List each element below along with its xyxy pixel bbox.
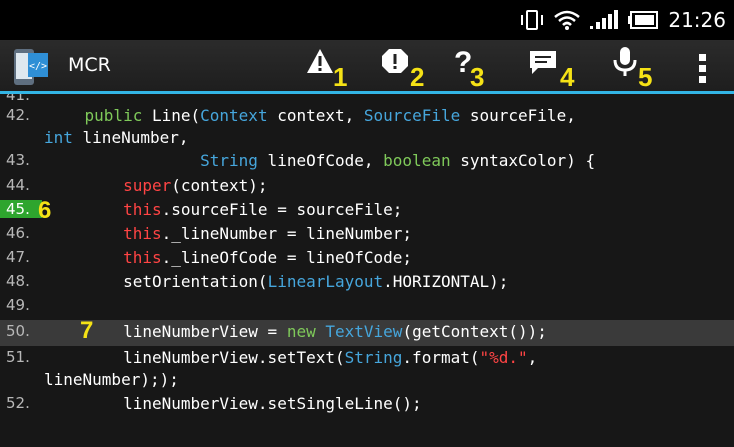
- code-line-51: 51. lineNumberView.setText(String.format…: [0, 346, 734, 370]
- code-line-42: 42. public Line(Context context, SourceF…: [0, 106, 734, 128]
- status-time: 21:26: [668, 8, 726, 32]
- code-text: this._lineOfCode = lineOfCode;: [123, 248, 413, 267]
- comments-count: 4: [560, 62, 575, 92]
- code-line-50-highlighted: 50. lineNumberView = new TextView(getCon…: [0, 317, 734, 346]
- code-text: lineNumberView.setSingleLine();: [46, 394, 422, 413]
- line-number: 47.: [6, 248, 30, 266]
- code-line-45: 45. this.sourceFile = sourceFile; 6: [0, 197, 734, 224]
- line-number: 52.: [6, 394, 30, 412]
- code-line-52: 52. lineNumberView.setSingleLine();: [0, 394, 734, 418]
- line-number: 49.: [6, 296, 30, 314]
- app-title: MCR: [68, 54, 111, 76]
- code-text: lineNumberView = new TextView(getContext…: [46, 322, 547, 341]
- code-line-47: 47. this._lineOfCode = lineOfCode;: [0, 248, 734, 272]
- code-line-51-wrap: lineNumber););: [0, 370, 734, 394]
- signal-icon: [590, 10, 619, 29]
- line-number: 48.: [6, 272, 30, 290]
- code-text: String lineOfCode, boolean syntaxColor) …: [200, 151, 596, 170]
- code-text: super(context);: [123, 176, 268, 195]
- code-line-44: 44. super(context);: [0, 176, 734, 200]
- action-bar: </> MCR 1 2 ? 3 4 5: [0, 40, 734, 94]
- code-line-49: 49.: [0, 296, 734, 320]
- microphone-icon: [613, 47, 637, 76]
- line-number-current: 45.: [0, 200, 42, 218]
- voice-count: 5: [638, 62, 653, 92]
- help-action[interactable]: ? 3: [452, 46, 512, 92]
- svg-text:</>: </>: [29, 61, 47, 72]
- wifi-icon: [554, 10, 581, 30]
- vibrate-icon: [521, 10, 544, 30]
- code-line-43: 43. String lineOfCode, boolean syntaxCol…: [0, 151, 734, 176]
- comment-icon: [530, 51, 556, 74]
- line-number: 46.: [6, 224, 30, 242]
- line-number: 44.: [6, 176, 30, 194]
- errors-action[interactable]: 2: [380, 46, 440, 92]
- code-text: int lineNumber,: [44, 128, 189, 147]
- code-line-42-wrap: int lineNumber,: [0, 128, 734, 151]
- code-view[interactable]: 41. 42. public Line(Context context, Sou…: [0, 94, 734, 447]
- line-number: 50.: [6, 322, 30, 340]
- code-line-48: 48. setOrientation(LinearLayout.HORIZONT…: [0, 272, 734, 296]
- battery-icon: [628, 11, 659, 29]
- warning-icon: [307, 49, 333, 73]
- line-number: 51.: [6, 348, 30, 366]
- warnings-action[interactable]: 1: [305, 46, 365, 92]
- app-icon[interactable]: </>: [10, 46, 54, 88]
- code-text: this._lineNumber = lineNumber;: [123, 224, 413, 243]
- status-icons: 21:26: [520, 0, 726, 40]
- code-text: this.sourceFile = sourceFile;: [123, 200, 403, 219]
- line-number: 41.: [6, 94, 30, 104]
- alert-icon: [382, 49, 408, 73]
- code-line-46: 46. this._lineNumber = lineNumber;: [0, 224, 734, 248]
- overflow-menu-icon[interactable]: [695, 52, 711, 84]
- help-count: 3: [470, 62, 485, 92]
- code-text: public Line(Context context, SourceFile …: [46, 106, 576, 125]
- annotation-marker-6: 6: [38, 197, 52, 224]
- warnings-count: 1: [333, 62, 348, 92]
- status-bar: 21:26: [0, 0, 734, 40]
- voice-action[interactable]: 5: [610, 46, 670, 92]
- code-text: setOrientation(LinearLayout.HORIZONTAL);: [46, 272, 509, 291]
- comments-action[interactable]: 4: [528, 46, 588, 92]
- line-number: 42.: [6, 106, 30, 124]
- line-number: 43.: [6, 151, 30, 169]
- code-text: lineNumber););: [44, 370, 179, 389]
- code-line: 41.: [0, 94, 734, 106]
- annotation-marker-7: 7: [80, 317, 94, 344]
- code-text: lineNumberView.setText(String.format("%d…: [46, 348, 538, 367]
- errors-count: 2: [410, 62, 425, 92]
